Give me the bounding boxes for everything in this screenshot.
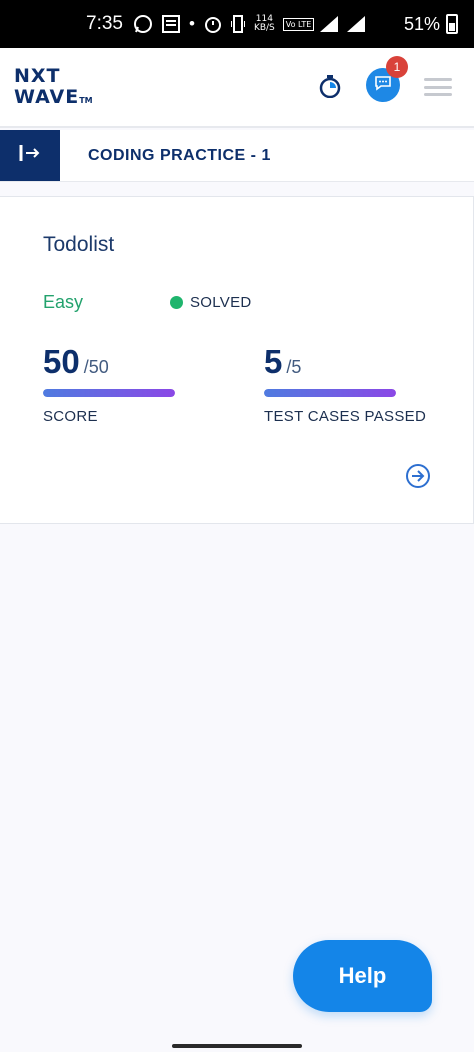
alarm-icon	[204, 15, 222, 33]
dot-icon: •	[188, 14, 195, 33]
score-metric: 50/50 SCORE	[43, 343, 175, 425]
card-title: Todolist	[43, 233, 115, 256]
signal-4g-icon	[320, 16, 339, 32]
score-label: SCORE	[43, 408, 98, 425]
home-indicator	[172, 1044, 302, 1048]
news-icon	[161, 15, 180, 33]
status-badge: SOLVED	[170, 294, 252, 311]
test-cases-metric: 5/5 TEST CASES PASSED	[264, 343, 426, 425]
test-cases-total: /5	[286, 357, 302, 377]
status-bar: 7:35 • 114 KB/S Vo LTE 51%	[0, 0, 474, 48]
test-cases-progress-bar	[264, 389, 396, 397]
help-button[interactable]: Help	[293, 940, 432, 1012]
difficulty-label: Easy	[43, 292, 84, 312]
battery-percent: 51%	[403, 13, 440, 34]
sidebar-expand-icon	[19, 144, 41, 167]
page-title: CODING PRACTICE - 1	[88, 147, 271, 164]
score-total: /50	[83, 357, 109, 377]
status-text: SOLVED	[190, 294, 252, 311]
sub-header: CODING PRACTICE - 1	[0, 130, 474, 182]
arrow-right-circle-icon[interactable]	[406, 464, 430, 488]
score-value: 50	[43, 343, 80, 380]
score-progress-bar	[43, 389, 175, 397]
battery-icon	[446, 14, 458, 34]
sidebar-toggle-button[interactable]	[0, 130, 60, 181]
test-cases-label: TEST CASES PASSED	[264, 408, 427, 425]
stopwatch-icon[interactable]	[318, 74, 342, 99]
practice-card[interactable]: Todolist Easy SOLVED 50/50 SCORE 5/5 TES…	[0, 196, 474, 524]
app-header: NXT WAVETM 1	[0, 48, 474, 128]
score-progress-fill	[43, 389, 175, 397]
status-dot-icon	[170, 296, 183, 309]
chat-icon	[374, 75, 392, 96]
menu-icon[interactable]	[424, 78, 452, 96]
signal-icon	[347, 16, 366, 32]
test-cases-value: 5	[264, 343, 283, 380]
volte-indicator: Vo LTE	[282, 17, 315, 31]
test-cases-progress-fill	[264, 389, 396, 397]
whatsapp-icon	[133, 14, 153, 34]
vibrate-icon	[230, 15, 245, 33]
network-speed: 114 KB/S	[253, 14, 275, 33]
nxtwave-logo[interactable]: NXT WAVETM	[14, 66, 93, 111]
notification-badge: 1	[386, 56, 408, 78]
status-time: 7:35	[86, 13, 123, 34]
